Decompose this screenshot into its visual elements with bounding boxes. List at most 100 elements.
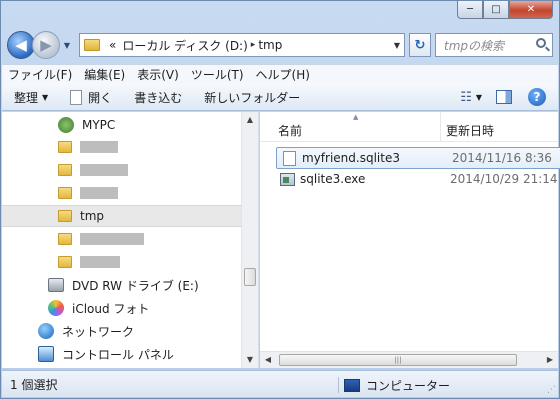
folder-icon (84, 39, 100, 51)
navigation-pane: MYPC tmp DVD RW ドライブ (E:) iCloud フォト ネット… (2, 112, 259, 368)
forward-button[interactable]: ▶ (32, 31, 60, 59)
tree-item-label: MYPC (82, 118, 116, 132)
tree-item-label: ネットワーク (62, 324, 135, 339)
close-button[interactable]: ✕ (509, 1, 553, 19)
explorer-window: ─ □ ✕ ◀ ▶ ▼ « ローカル ディスク (D:) ▸ tmp ▼ ↻ t… (0, 0, 560, 399)
address-bar[interactable]: « ローカル ディスク (D:) ▸ tmp ▼ (79, 33, 405, 57)
address-dropdown-icon[interactable]: ▼ (394, 41, 400, 50)
menu-edit[interactable]: 編集(E) (84, 66, 125, 83)
menu-file[interactable]: ファイル(F) (8, 66, 72, 83)
recent-pages-dropdown[interactable]: ▼ (61, 41, 73, 50)
column-header-date[interactable]: 更新日時 (446, 122, 494, 139)
folder-icon (58, 187, 72, 199)
tree-item-label: tmp (80, 209, 105, 223)
address-segment-tmp[interactable]: tmp (258, 38, 282, 52)
scroll-down-icon[interactable]: ▼ (242, 352, 258, 368)
new-folder-label: 新しいフォルダー (204, 90, 301, 105)
computer-icon (344, 379, 360, 392)
search-input[interactable]: tmpの検索 (435, 33, 553, 57)
burn-button[interactable]: 書き込む (134, 89, 182, 106)
tree-item-redacted[interactable] (58, 228, 144, 250)
tree-item-redacted[interactable] (58, 136, 118, 158)
toolbar-right: ☷ ▼ ? (460, 88, 546, 106)
scroll-right-icon[interactable]: ▶ (542, 352, 558, 368)
redacted-label (80, 256, 120, 268)
refresh-button[interactable]: ↻ (409, 33, 431, 57)
tree-item-dvd[interactable]: DVD RW ドライブ (E:) (48, 274, 199, 296)
file-name: myfriend.sqlite3 (302, 151, 400, 165)
status-location: コンピューター (344, 377, 450, 394)
file-list-pane: ▲ 名前 更新日時 myfriend.sqlite3 2014/11/16 8:… (260, 112, 560, 368)
tree-item-network[interactable]: ネットワーク (38, 320, 134, 342)
redacted-label (80, 233, 144, 245)
content-horizontal-scrollbar[interactable]: ◀ ||| ▶ (260, 351, 558, 368)
chevron-right-icon[interactable]: ▸ (251, 40, 256, 50)
back-button[interactable]: ◀ (7, 31, 35, 59)
file-name: sqlite3.exe (300, 172, 366, 186)
file-row[interactable]: myfriend.sqlite3 2014/11/16 8:36 (276, 147, 560, 169)
folder-icon (58, 256, 72, 268)
tree-item-icloud[interactable]: iCloud フォト (48, 297, 149, 319)
view-dropdown-icon[interactable]: ▼ (476, 93, 482, 102)
redacted-label (80, 141, 118, 153)
dvd-drive-icon (48, 278, 64, 292)
blank-file-icon (283, 150, 296, 166)
address-overflow[interactable]: « (109, 38, 116, 52)
tree-item-redacted[interactable] (58, 251, 120, 273)
file-date: 2014/11/16 8:36 (452, 151, 552, 165)
command-bar: 整理 ▼ 開く 書き込む 新しいフォルダー ☷ ▼ ? (2, 84, 558, 111)
file-date: 2014/10/29 21:14 (450, 172, 558, 186)
sort-ascending-icon: ▲ (353, 113, 359, 121)
scroll-up-icon[interactable]: ▲ (242, 112, 258, 128)
file-row[interactable]: sqlite3.exe 2014/10/29 21:14 (276, 168, 560, 190)
redacted-label (80, 164, 128, 176)
scroll-left-icon[interactable]: ◀ (260, 352, 276, 368)
menu-tools[interactable]: ツール(T) (191, 66, 244, 83)
help-icon[interactable]: ? (528, 88, 546, 106)
folder-icon (58, 164, 72, 176)
tree-item-tmp[interactable]: tmp (2, 205, 242, 227)
open-button[interactable]: 開く (70, 89, 112, 106)
redacted-label (80, 187, 118, 199)
tree-item-redacted[interactable] (58, 159, 128, 181)
tree-item-label: コントロール パネル (62, 347, 174, 362)
tree-item-control-panel[interactable]: コントロール パネル (38, 343, 174, 365)
user-folder-icon (58, 117, 74, 133)
scroll-thumb[interactable]: ||| (279, 354, 517, 366)
navigation-bar: ◀ ▶ ▼ « ローカル ディスク (D:) ▸ tmp ▼ ↻ tmpの検索 (7, 27, 553, 63)
folder-icon (58, 210, 72, 222)
menu-view[interactable]: 表示(V) (137, 66, 179, 83)
column-header-name[interactable]: 名前 (278, 122, 302, 139)
tree-item-mypc[interactable]: MYPC (58, 114, 115, 136)
folder-icon (58, 233, 72, 245)
caption-buttons: ─ □ ✕ (457, 1, 553, 21)
tree-item-label: iCloud フォト (72, 301, 150, 316)
column-divider[interactable] (440, 112, 441, 142)
new-folder-button[interactable]: 新しいフォルダー (204, 89, 300, 106)
open-label: 開く (88, 90, 113, 105)
preview-pane-icon[interactable] (496, 90, 512, 104)
menu-help[interactable]: ヘルプ(H) (256, 66, 310, 83)
status-bar: 1 個選択 コンピューター ⋰ (2, 370, 558, 397)
address-segment-drive[interactable]: ローカル ディスク (D:) (122, 37, 247, 54)
column-header-row: ▲ 名前 更新日時 (260, 112, 558, 142)
network-icon (38, 323, 54, 339)
search-icon[interactable] (536, 38, 546, 48)
minimize-button[interactable]: ─ (457, 1, 483, 19)
search-placeholder: tmpの検索 (444, 38, 505, 53)
refresh-icon: ↻ (414, 37, 426, 53)
photos-icon (48, 300, 64, 316)
nav-vertical-scrollbar[interactable]: ▲ ▼ (241, 112, 258, 368)
maximize-button[interactable]: □ (483, 1, 509, 19)
scroll-thumb[interactable] (244, 268, 256, 286)
location-label: コンピューター (366, 379, 451, 393)
burn-label: 書き込む (134, 90, 183, 105)
selection-count: 1 個選択 (10, 377, 58, 392)
view-options-icon[interactable]: ☷ (460, 90, 472, 105)
tree-item-redacted[interactable] (58, 182, 118, 204)
chevron-down-icon: ▼ (42, 92, 49, 102)
resize-grip[interactable]: ⋰ (547, 385, 556, 395)
executable-icon (280, 172, 295, 186)
menu-bar: ファイル(F) 編集(E) 表示(V) ツール(T) ヘルプ(H) (2, 64, 558, 84)
organize-button[interactable]: 整理 ▼ (14, 89, 48, 106)
